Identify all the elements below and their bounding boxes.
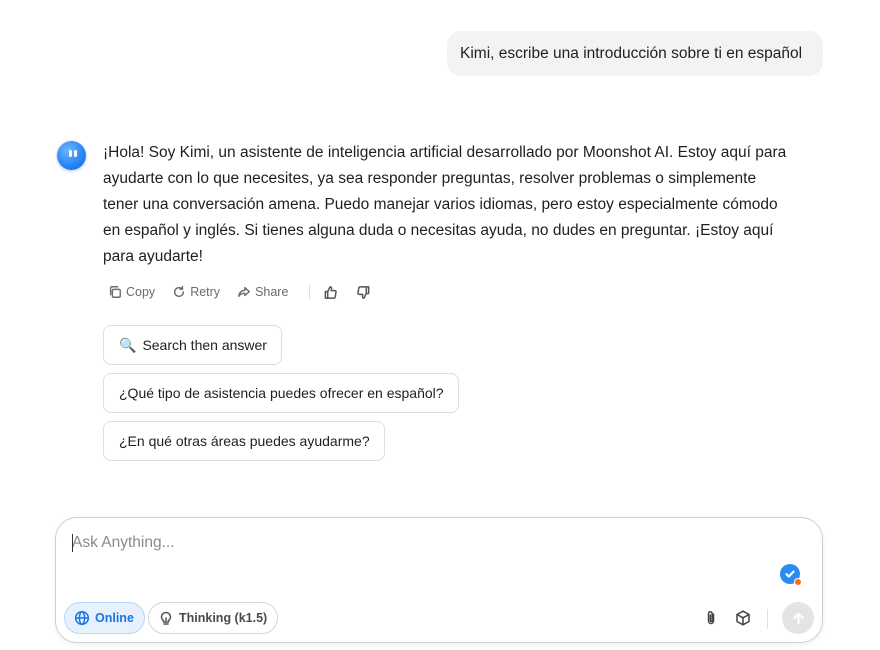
copy-button[interactable]: Copy <box>108 285 155 299</box>
share-icon <box>238 286 251 298</box>
suggestion-label: ¿En qué otras áreas puedes ayudarme? <box>119 433 370 449</box>
kimi-badge-icon[interactable] <box>780 564 802 586</box>
share-button[interactable]: Share <box>237 285 288 299</box>
globe-icon <box>74 610 90 626</box>
attach-button[interactable] <box>702 609 720 627</box>
assistant-message-line: ayudarte con lo que necesites, ya sea re… <box>103 170 757 187</box>
cube-icon <box>736 610 750 626</box>
kimi-avatar-icon <box>57 141 86 170</box>
text-caret <box>72 534 73 552</box>
share-label: Share <box>255 285 289 299</box>
retry-label: Retry <box>190 285 221 299</box>
thinking-toggle[interactable]: Thinking (k1.5) <box>148 602 279 634</box>
user-message-bubble: Kimi, escribe una introducción sobre ti … <box>447 31 823 76</box>
suggestion-button[interactable]: ¿En qué otras áreas puedes ayudarme? <box>103 421 385 461</box>
retry-button[interactable]: Retry <box>172 285 220 299</box>
retry-icon <box>174 285 185 298</box>
chat-composer: Online Thinking (k1.5) <box>55 517 823 643</box>
paperclip-icon <box>707 610 715 625</box>
suggestion-label: Search then answer <box>142 337 267 353</box>
thumbs-up-icon <box>325 285 338 299</box>
assistant-message: ¡Hola! Soy Kimi, un asistente de intelig… <box>103 140 815 270</box>
message-actions: Copy Retry Share <box>108 281 389 303</box>
like-button[interactable] <box>323 285 338 300</box>
lightbulb-icon <box>160 611 172 625</box>
actions-divider <box>309 285 311 299</box>
toolbar-divider <box>767 609 768 629</box>
online-toggle[interactable]: Online <box>64 602 145 634</box>
assistant-message-line: en español y inglés. Si tienes alguna du… <box>103 222 774 239</box>
suggestion-button[interactable]: ¿Qué tipo de asistencia puedes ofrecer e… <box>103 373 459 413</box>
assistant-message-line: ¡Hola! Soy Kimi, un asistente de intelig… <box>103 144 787 161</box>
dislike-button[interactable] <box>356 285 371 300</box>
suggestion-search-then-answer[interactable]: 🔍 Search then answer <box>103 325 282 365</box>
assistant-message-line: tener una conversación amena. Puedo mane… <box>103 196 778 213</box>
arrow-up-icon <box>792 612 804 624</box>
send-button[interactable] <box>782 602 814 634</box>
suggestion-label: ¿Qué tipo de asistencia puedes ofrecer e… <box>119 385 444 401</box>
chat-input[interactable] <box>72 531 762 555</box>
assistant-message-line: para ayudarte! <box>103 248 203 265</box>
search-icon: 🔍 <box>119 336 137 353</box>
online-label: Online <box>95 611 134 625</box>
notification-dot <box>794 578 802 586</box>
copy-label: Copy <box>126 285 156 299</box>
thinking-label: Thinking (k1.5) <box>179 611 268 625</box>
thumbs-down-icon <box>357 285 370 299</box>
cube-button[interactable] <box>734 609 752 627</box>
user-message-text: Kimi, escribe una introducción sobre ti … <box>460 45 803 62</box>
copy-icon <box>109 286 121 298</box>
